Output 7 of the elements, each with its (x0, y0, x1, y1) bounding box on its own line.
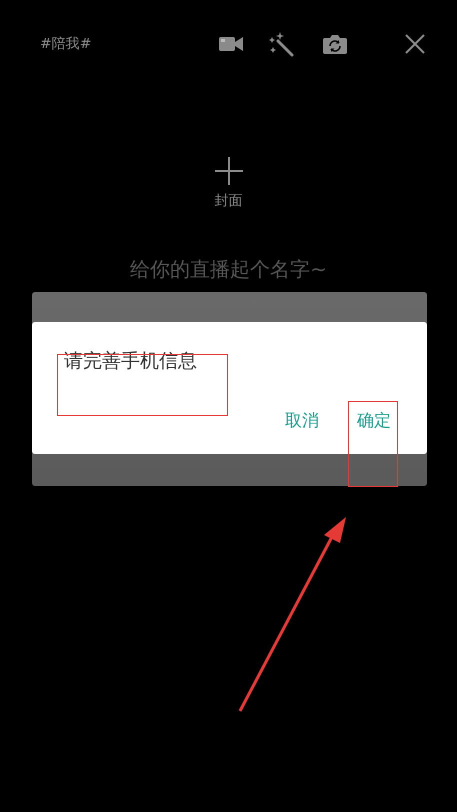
magic-wand-icon[interactable] (267, 30, 295, 58)
topic-tag: #陪我# (40, 35, 92, 53)
title-input-field[interactable]: 给你的直播起个名字~ (76, 256, 380, 282)
add-cover-icon[interactable] (214, 156, 244, 186)
cover-label: 封面 (214, 192, 242, 210)
confirm-button[interactable]: 确定 (357, 409, 391, 432)
cancel-button[interactable]: 取消 (285, 409, 319, 432)
